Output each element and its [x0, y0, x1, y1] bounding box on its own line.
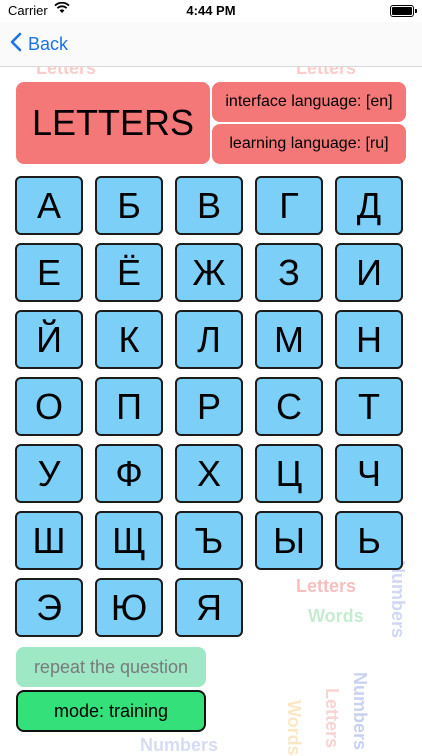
background-word-words: Words — [308, 606, 364, 626]
letter-key[interactable]: Ч — [335, 444, 403, 503]
letter-key[interactable]: Ь — [335, 511, 403, 570]
letter-key[interactable]: Й — [15, 310, 83, 369]
letter-key[interactable]: Л — [175, 310, 243, 369]
letter-key[interactable]: М — [255, 310, 323, 369]
back-button-label: Back — [28, 33, 69, 54]
letter-key[interactable]: Ё — [95, 243, 163, 302]
letter-key[interactable]: Б — [95, 176, 163, 235]
letter-key[interactable]: Д — [335, 176, 403, 235]
letter-key[interactable]: Х — [175, 444, 243, 503]
page-title: LETTERS — [16, 82, 210, 164]
learning-language-button[interactable]: learning language: [ru] — [212, 124, 406, 164]
letter-key[interactable]: Ш — [15, 511, 83, 570]
letter-key[interactable]: Ю — [95, 578, 163, 637]
background-word-words: Words — [284, 700, 304, 756]
letter-key[interactable]: Т — [335, 377, 403, 436]
chevron-left-icon — [10, 32, 28, 57]
navigation-bar: Back — [0, 22, 422, 67]
back-button[interactable]: Back — [10, 30, 68, 58]
mode-toggle-button[interactable]: mode: training — [16, 690, 206, 732]
letter-key[interactable]: Я — [175, 578, 243, 637]
letter-key[interactable]: О — [15, 377, 83, 436]
battery-icon — [390, 5, 417, 17]
interface-language-button[interactable]: interface language: [en] — [212, 82, 406, 122]
letter-key[interactable]: В — [175, 176, 243, 235]
letter-key[interactable]: П — [95, 377, 163, 436]
letter-key[interactable]: С — [255, 377, 323, 436]
letter-key[interactable]: Р — [175, 377, 243, 436]
letter-key[interactable]: А — [15, 176, 83, 235]
letter-key[interactable]: И — [335, 243, 403, 302]
background-word-letters: Letters — [296, 576, 357, 596]
letter-key[interactable]: К — [95, 310, 163, 369]
background-word-numbers: Numbers — [388, 560, 408, 639]
background-word-numbers: Numbers — [140, 735, 219, 755]
letter-key[interactable]: Ф — [95, 444, 163, 503]
letter-key[interactable]: Е — [15, 243, 83, 302]
letter-key[interactable]: Щ — [95, 511, 163, 570]
letter-key[interactable]: У — [15, 444, 83, 503]
background-word-numbers: Numbers — [350, 672, 370, 751]
repeat-question-button[interactable]: repeat the question — [16, 647, 206, 687]
letter-key[interactable]: Э — [15, 578, 83, 637]
letter-key[interactable]: Ы — [255, 511, 323, 570]
letter-key[interactable]: Г — [255, 176, 323, 235]
background-word-letters: Letters — [322, 688, 342, 749]
letter-key[interactable]: З — [255, 243, 323, 302]
status-time: 4:44 PM — [186, 3, 236, 18]
letter-key[interactable]: Ц — [255, 444, 323, 503]
letter-key[interactable]: Ъ — [175, 511, 243, 570]
letter-key[interactable]: Н — [335, 310, 403, 369]
letter-key[interactable]: Ж — [175, 243, 243, 302]
status-bar: Carrier 4:44 PM — [0, 0, 422, 22]
